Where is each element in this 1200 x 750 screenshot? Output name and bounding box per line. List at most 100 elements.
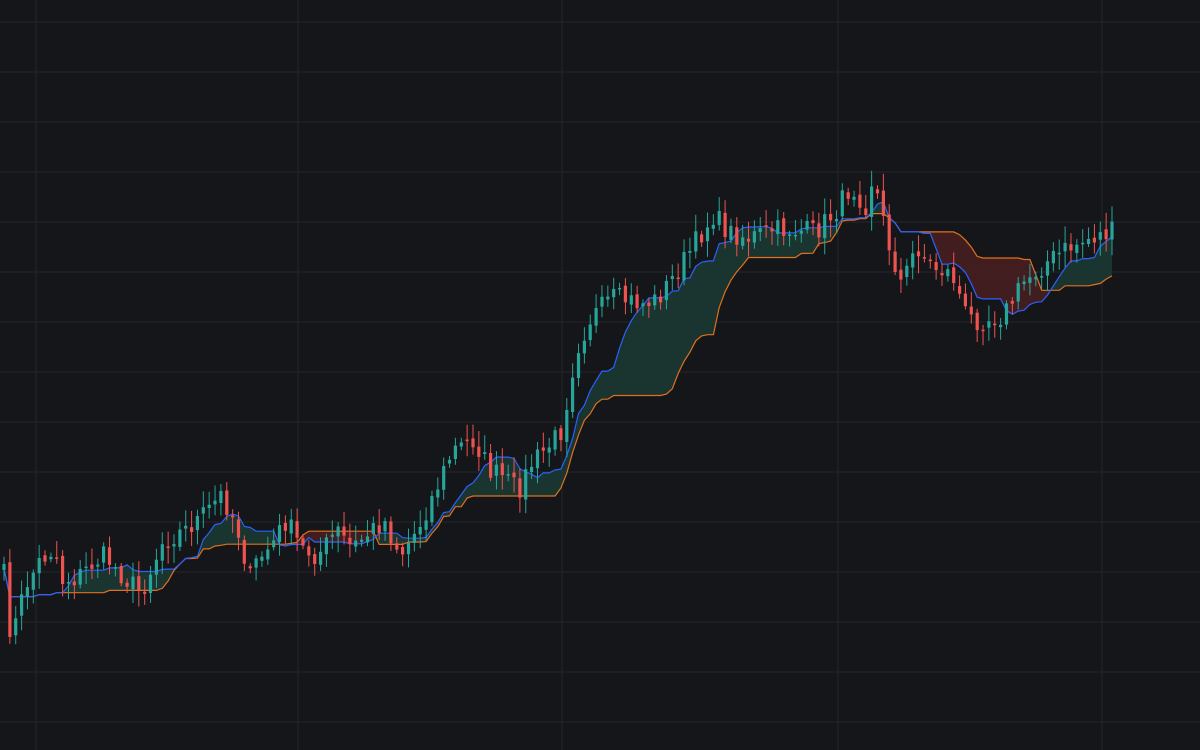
candle[interactable]	[823, 198, 827, 255]
chart-canvas[interactable]	[0, 0, 1200, 750]
candle[interactable]	[858, 181, 862, 215]
candle[interactable]	[172, 534, 176, 563]
candle[interactable]	[49, 552, 53, 563]
candle[interactable]	[442, 457, 446, 500]
candle[interactable]	[999, 318, 1003, 340]
candle[interactable]	[195, 509, 199, 545]
candle[interactable]	[412, 521, 416, 552]
candle[interactable]	[963, 283, 967, 310]
candle[interactable]	[987, 305, 991, 341]
candle[interactable]	[606, 285, 610, 307]
candle[interactable]	[307, 540, 311, 567]
candle[interactable]	[348, 523, 352, 558]
candle[interactable]	[905, 258, 909, 286]
candle[interactable]	[635, 285, 639, 313]
candle[interactable]	[1004, 300, 1009, 330]
candle[interactable]	[477, 431, 481, 471]
candle[interactable]	[576, 343, 581, 387]
candle[interactable]	[981, 324, 985, 346]
candle[interactable]	[588, 314, 592, 347]
candle[interactable]	[875, 185, 880, 199]
candle[interactable]	[254, 555, 258, 581]
candle[interactable]	[694, 214, 698, 259]
candle[interactable]	[864, 194, 868, 219]
candle[interactable]	[277, 513, 282, 556]
candle[interactable]	[166, 531, 170, 564]
candle[interactable]	[436, 477, 440, 507]
candle[interactable]	[852, 190, 856, 207]
candle[interactable]	[1063, 226, 1067, 268]
candle[interactable]	[61, 550, 65, 597]
candle[interactable]	[213, 485, 217, 516]
candle[interactable]	[969, 292, 973, 324]
candle[interactable]	[1051, 242, 1055, 272]
candle[interactable]	[289, 508, 293, 545]
candle[interactable]	[700, 230, 704, 247]
candle[interactable]	[617, 282, 622, 296]
candle[interactable]	[219, 484, 223, 516]
candle[interactable]	[612, 277, 616, 310]
candle[interactable]	[881, 173, 885, 226]
candle[interactable]	[447, 455, 452, 468]
candle[interactable]	[711, 214, 715, 236]
price-chart[interactable]	[0, 0, 1200, 750]
candle[interactable]	[483, 435, 487, 460]
candle[interactable]	[242, 535, 246, 571]
candle[interactable]	[330, 520, 334, 550]
candle[interactable]	[190, 510, 194, 546]
candle[interactable]	[78, 560, 82, 589]
candle[interactable]	[178, 521, 182, 551]
candle[interactable]	[72, 569, 76, 600]
candle[interactable]	[899, 258, 903, 293]
candle[interactable]	[2, 556, 6, 581]
candle[interactable]	[260, 551, 264, 567]
candle[interactable]	[629, 283, 633, 314]
candle[interactable]	[940, 263, 944, 286]
candle[interactable]	[55, 541, 59, 564]
candle[interactable]	[102, 542, 106, 570]
candle[interactable]	[541, 432, 545, 463]
candle[interactable]	[389, 516, 393, 551]
candle[interactable]	[1086, 227, 1091, 248]
candle[interactable]	[524, 454, 528, 514]
candle[interactable]	[1069, 233, 1073, 263]
candle[interactable]	[1092, 224, 1096, 254]
candle[interactable]	[1081, 229, 1085, 258]
candle[interactable]	[207, 491, 211, 519]
candle[interactable]	[489, 444, 493, 482]
candle[interactable]	[993, 311, 997, 338]
candle[interactable]	[922, 244, 926, 263]
candle[interactable]	[717, 197, 721, 231]
candle[interactable]	[37, 544, 41, 589]
candle[interactable]	[8, 549, 12, 644]
candle[interactable]	[723, 200, 727, 249]
candle[interactable]	[893, 237, 897, 276]
candle[interactable]	[946, 264, 950, 282]
candle[interactable]	[324, 533, 328, 567]
candle[interactable]	[401, 542, 405, 567]
candle[interactable]	[670, 264, 674, 291]
candle[interactable]	[137, 561, 141, 607]
candle[interactable]	[565, 398, 569, 457]
candle[interactable]	[682, 239, 686, 286]
candle[interactable]	[225, 482, 229, 521]
candle[interactable]	[553, 426, 557, 456]
candle[interactable]	[1057, 239, 1061, 270]
candle[interactable]	[430, 490, 434, 527]
candle[interactable]	[547, 437, 551, 467]
candle[interactable]	[688, 237, 692, 269]
candle[interactable]	[594, 294, 598, 333]
candle[interactable]	[406, 528, 411, 568]
candle[interactable]	[600, 285, 604, 318]
candle[interactable]	[623, 278, 627, 315]
candle[interactable]	[934, 253, 938, 280]
candle[interactable]	[465, 424, 469, 457]
candle[interactable]	[975, 308, 979, 342]
candle[interactable]	[840, 183, 844, 220]
candle[interactable]	[846, 187, 850, 206]
candle[interactable]	[453, 437, 457, 465]
candle[interactable]	[1045, 250, 1050, 291]
candle[interactable]	[916, 235, 921, 274]
candle[interactable]	[43, 550, 47, 566]
candle[interactable]	[958, 275, 962, 299]
